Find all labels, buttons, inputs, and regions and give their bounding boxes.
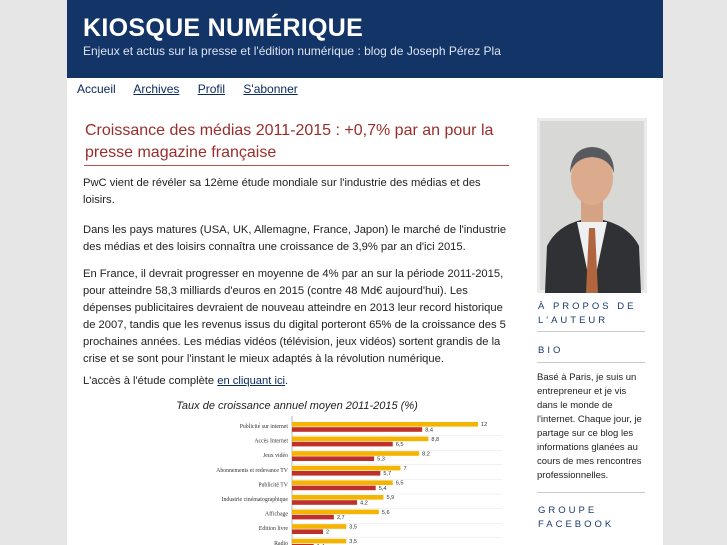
chart-category-label: Industrie cinématographique [222, 497, 289, 503]
chart-data-label: 5,7 [383, 471, 391, 477]
post-paragraph-2: Dans les pays matures (USA, UK, Allemagn… [83, 224, 507, 253]
page: KIOSQUE NUMÉRIQUE Enjeux et actus sur la… [67, 0, 663, 545]
nav-profil[interactable]: Profil [198, 82, 225, 96]
about-divider [537, 331, 645, 332]
post-paragraph-4: L'accès à l'étude complète en cliquant i… [83, 373, 509, 390]
chart-bar [292, 529, 323, 534]
chart-bar [292, 436, 429, 442]
chart-data-label: 4,2 [360, 500, 368, 506]
group-heading: GROUPE FACEBOOK [538, 505, 615, 530]
bio-text: Basé à Paris, je suis un entrepreneur et… [537, 372, 642, 481]
chart-bar [292, 451, 420, 456]
chart-data-label: 12 [481, 422, 487, 428]
nav-archives[interactable]: Archives [133, 82, 179, 96]
site-header: KIOSQUE NUMÉRIQUE Enjeux et actus sur la… [67, 0, 663, 78]
chart-bar [292, 538, 347, 544]
chart-data-label: 6,5 [396, 481, 404, 487]
chart-bar [292, 495, 384, 500]
chart-category-label: Accès Internet [254, 439, 288, 445]
chart-data-label: 8,4 [425, 427, 433, 433]
chart-data-label: 5,6 [382, 510, 390, 516]
chart-bar [292, 480, 393, 485]
chart-data-label: 7 [404, 466, 407, 472]
chart-data-label: 3,5 [349, 539, 357, 545]
bio-heading: BIO [538, 345, 564, 356]
growth-chart: Taux de croissance annuel moyen 2011-201… [82, 396, 512, 545]
chart-bar [292, 471, 381, 476]
main-nav: Accueil Archives Profil S'abonner [77, 82, 313, 96]
post-paragraph-3: En France, il devrait progresser en moye… [83, 268, 506, 365]
chart-category-label: Radio [274, 541, 288, 545]
study-suffix: . [285, 375, 289, 387]
chart-category-label: Publicité TV [258, 482, 288, 488]
chart-data-label: 3,5 [349, 524, 357, 530]
bio-divider [537, 362, 645, 363]
chart-data-label: 6,5 [396, 442, 404, 448]
chart-bar [292, 524, 347, 529]
title-divider [84, 165, 509, 166]
chart-bar [292, 422, 478, 427]
chart-category-label: Affichage [265, 511, 288, 518]
chart-category-label: Abonnements et redevance TV [216, 468, 289, 474]
chart-bar [292, 485, 376, 491]
nav-sabonner[interactable]: S'abonner [243, 82, 297, 96]
chart-canvas: Publicité sur internet 12 8,4 Accès Interne… [216, 416, 502, 545]
chart-bar [292, 509, 379, 515]
author-photo[interactable] [537, 118, 647, 293]
chart-title: Taux de croissance annuel moyen 2011-201… [176, 400, 418, 412]
group-divider [537, 492, 645, 493]
chart-category-label: Jeux vidéo [263, 453, 288, 459]
study-text: L'accès à l'étude complète [83, 375, 218, 387]
chart-bar [292, 456, 375, 461]
chart-bar [292, 465, 401, 471]
chart-category-label: Publicité sur internet [240, 424, 289, 430]
post-title[interactable]: Croissance des médias 2011-2015 : +0,7% … [85, 120, 505, 164]
chart-data-label: 5,3 [377, 457, 385, 463]
nav-accueil[interactable]: Accueil [77, 82, 116, 96]
chart-data-label: 8,2 [422, 451, 430, 457]
chart-data-label: 5,4 [379, 486, 387, 492]
chart-data-label: 8,8 [431, 437, 439, 443]
about-heading: À PROPOS DE L'AUTEUR [538, 301, 637, 326]
post-paragraph-1: PwC vient de révéler sa 12ème étude mond… [83, 177, 481, 206]
study-link[interactable]: en cliquant ici [217, 375, 285, 387]
chart-data-label: 2,7 [337, 515, 345, 521]
site-tagline: Enjeux et actus sur la presse et l'éditi… [83, 44, 501, 58]
chart-bar [292, 514, 334, 520]
chart-bar [292, 500, 358, 505]
chart-data-label: 2 [326, 530, 329, 536]
chart-data-label: 5,9 [386, 495, 394, 501]
chart-bar [292, 441, 393, 447]
chart-category-label: Edition livre [259, 526, 289, 532]
site-title[interactable]: KIOSQUE NUMÉRIQUE [83, 14, 363, 43]
chart-bar [292, 427, 423, 432]
